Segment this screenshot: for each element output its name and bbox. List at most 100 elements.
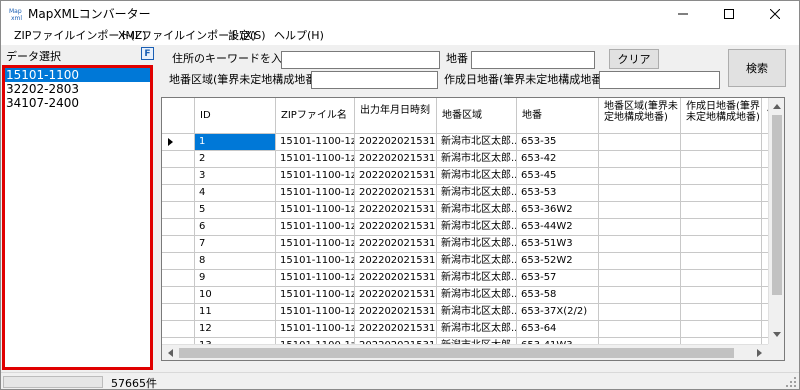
list-item[interactable]: 15101-1100 xyxy=(5,68,150,82)
table-cell[interactable]: 653-42 xyxy=(517,151,599,168)
table-cell[interactable] xyxy=(599,270,681,287)
table-cell[interactable]: 5 xyxy=(195,202,276,219)
table-cell[interactable]: 15101-1100-1zip xyxy=(276,202,355,219)
chiban-input[interactable] xyxy=(471,51,595,69)
column-header-area[interactable]: 地番区域 xyxy=(437,98,517,134)
list-item[interactable]: 32202-2803 xyxy=(5,82,150,96)
clear-button[interactable]: クリア xyxy=(609,49,659,69)
table-cell[interactable]: 653-52W2 xyxy=(517,253,599,270)
table-cell[interactable]: 8 xyxy=(195,253,276,270)
table-cell[interactable]: 202202021531 xyxy=(355,168,437,185)
results-grid[interactable]: ID ZIPファイル名 出力年月日時刻 地番区域 地番 地番区域(筆界未定地構成… xyxy=(161,97,785,361)
table-cell[interactable]: 15101-1100-1zip xyxy=(276,253,355,270)
table-cell[interactable]: 653-53 xyxy=(517,185,599,202)
horizontal-scroll-thumb[interactable] xyxy=(179,348,734,358)
vertical-scrollbar[interactable] xyxy=(768,98,784,344)
row-header[interactable] xyxy=(162,253,195,270)
scroll-right-icon[interactable] xyxy=(757,349,763,357)
table-cell[interactable] xyxy=(681,270,762,287)
table-cell[interactable]: 7 xyxy=(195,236,276,253)
table-cell[interactable] xyxy=(681,236,762,253)
search-button[interactable]: 検索 xyxy=(728,49,786,87)
scroll-down-icon[interactable] xyxy=(773,332,781,338)
table-cell[interactable] xyxy=(681,134,762,151)
table-cell[interactable]: 15101-1100-1zip xyxy=(276,304,355,321)
table-cell[interactable]: 15101-1100-1zip xyxy=(276,134,355,151)
table-cell[interactable] xyxy=(681,304,762,321)
row-header[interactable] xyxy=(162,219,195,236)
filter-button[interactable]: F xyxy=(141,47,154,60)
table-cell[interactable] xyxy=(599,168,681,185)
table-cell[interactable] xyxy=(599,151,681,168)
table-cell[interactable]: 653-36W2 xyxy=(517,202,599,219)
table-cell[interactable]: 15101-1100-1zip xyxy=(276,287,355,304)
maximize-button[interactable] xyxy=(706,1,752,27)
table-cell[interactable]: 202202021531 xyxy=(355,321,437,338)
table-cell[interactable]: 4 xyxy=(195,185,276,202)
table-cell[interactable]: 新潟市北区太郎... xyxy=(437,219,517,236)
data-select-list[interactable]: 15101-1100 32202-2803 34107-2400 xyxy=(2,65,153,370)
table-cell[interactable]: 202202021531 xyxy=(355,270,437,287)
table-cell[interactable] xyxy=(681,202,762,219)
horizontal-scrollbar[interactable] xyxy=(162,344,768,360)
table-cell[interactable]: 10 xyxy=(195,287,276,304)
table-cell[interactable] xyxy=(599,304,681,321)
row-header[interactable] xyxy=(162,236,195,253)
table-cell[interactable]: 653-64 xyxy=(517,321,599,338)
table-cell[interactable]: 15101-1100-1zip xyxy=(276,321,355,338)
table-cell[interactable]: 653-44W2 xyxy=(517,219,599,236)
column-header-created-unfixed[interactable]: 作成日地番(筆界未定地構成地番) xyxy=(681,98,762,134)
row-header[interactable] xyxy=(162,321,195,338)
row-header[interactable] xyxy=(162,270,195,287)
table-cell[interactable]: 11 xyxy=(195,304,276,321)
table-cell[interactable] xyxy=(599,134,681,151)
table-cell[interactable]: 202202021531 xyxy=(355,134,437,151)
vertical-scroll-thumb[interactable] xyxy=(772,115,782,295)
table-cell[interactable]: 202202021531 xyxy=(355,287,437,304)
table-cell[interactable] xyxy=(681,287,762,304)
row-header[interactable] xyxy=(162,168,195,185)
table-cell[interactable]: 新潟市北区太郎... xyxy=(437,168,517,185)
table-cell[interactable]: 202202021531 xyxy=(355,236,437,253)
column-header-area-unfixed[interactable]: 地番区域(筆界未定地構成地番) xyxy=(599,98,681,134)
table-cell[interactable]: 202202021531 xyxy=(355,202,437,219)
table-cell[interactable]: 12 xyxy=(195,321,276,338)
column-header-id[interactable]: ID xyxy=(195,98,276,134)
row-header[interactable] xyxy=(162,185,195,202)
title-bar[interactable]: Map xml MapXMLコンバーター xyxy=(1,1,799,27)
table-cell[interactable]: 15101-1100-1zip xyxy=(276,185,355,202)
table-cell[interactable] xyxy=(681,151,762,168)
table-cell[interactable] xyxy=(599,321,681,338)
table-cell[interactable] xyxy=(599,185,681,202)
created-input[interactable] xyxy=(599,71,720,89)
table-cell[interactable] xyxy=(681,321,762,338)
table-cell[interactable]: 新潟市北区太郎... xyxy=(437,151,517,168)
table-cell[interactable] xyxy=(681,253,762,270)
scroll-left-icon[interactable] xyxy=(167,349,173,357)
close-button[interactable] xyxy=(752,1,798,27)
table-cell[interactable]: 新潟市北区太郎... xyxy=(437,202,517,219)
column-header-date[interactable]: 出力年月日時刻 xyxy=(355,98,437,134)
row-header[interactable] xyxy=(162,134,195,151)
table-cell[interactable]: 新潟市北区太郎... xyxy=(437,321,517,338)
table-cell[interactable]: 15101-1100-1zip xyxy=(276,219,355,236)
table-cell[interactable]: 1 xyxy=(195,134,276,151)
row-header[interactable] xyxy=(162,202,195,219)
row-header[interactable] xyxy=(162,151,195,168)
table-cell[interactable] xyxy=(681,219,762,236)
table-cell[interactable]: 新潟市北区太郎... xyxy=(437,236,517,253)
table-cell[interactable]: 202202021531 xyxy=(355,151,437,168)
row-header[interactable] xyxy=(162,287,195,304)
table-cell[interactable]: 新潟市北区太郎... xyxy=(437,185,517,202)
column-header-chiban[interactable]: 地番 xyxy=(517,98,599,134)
table-cell[interactable]: 新潟市北区太郎... xyxy=(437,134,517,151)
table-cell[interactable]: 3 xyxy=(195,168,276,185)
table-cell[interactable]: 新潟市北区太郎... xyxy=(437,270,517,287)
table-cell[interactable] xyxy=(681,185,762,202)
table-cell[interactable]: 2 xyxy=(195,151,276,168)
table-cell[interactable] xyxy=(599,202,681,219)
table-cell[interactable]: 202202021531 xyxy=(355,219,437,236)
column-header-zip[interactable]: ZIPファイル名 xyxy=(276,98,355,134)
area-input[interactable] xyxy=(311,71,438,89)
table-cell[interactable]: 15101-1100-1zip xyxy=(276,151,355,168)
